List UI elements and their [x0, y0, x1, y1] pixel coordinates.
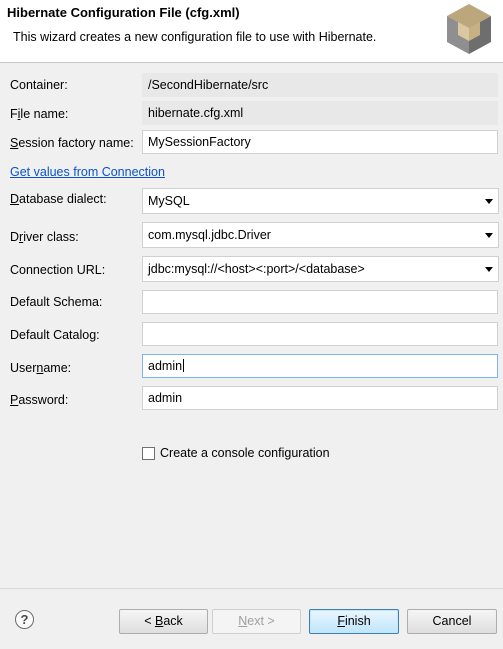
container-field: /SecondHibernate/src	[142, 73, 498, 97]
username-input[interactable]: admin	[142, 354, 498, 378]
database-dialect-value: MySQL	[148, 194, 190, 208]
connection-url-label: Connection URL:	[10, 263, 106, 277]
driver-class-label: Driver class:	[10, 230, 79, 244]
session-factory-input[interactable]: MySessionFactory	[142, 130, 498, 154]
hibernate-logo-icon	[447, 4, 491, 54]
username-label: Username:	[10, 361, 72, 375]
finish-button[interactable]: Finish	[309, 609, 399, 634]
get-values-from-connection-link[interactable]: Get values from Connection	[10, 165, 165, 179]
default-schema-input[interactable]	[142, 290, 498, 314]
driver-class-select[interactable]: com.mysql.jdbc.Driver	[142, 222, 499, 248]
file-name-field: hibernate.cfg.xml	[142, 101, 498, 125]
next-button[interactable]: Next >	[212, 609, 301, 634]
session-factory-label: Session factory name:	[10, 136, 134, 150]
chevron-down-icon	[485, 199, 493, 204]
database-dialect-select[interactable]: MySQL	[142, 188, 499, 214]
file-name-label: File name:	[10, 107, 69, 121]
chevron-down-icon	[485, 267, 493, 272]
database-dialect-label: Database dialect:	[10, 192, 107, 206]
button-bar-divider	[0, 588, 503, 589]
help-icon[interactable]: ?	[15, 610, 34, 629]
password-input[interactable]: admin	[142, 386, 498, 410]
default-schema-label: Default Schema:	[10, 295, 103, 309]
default-catalog-input[interactable]	[142, 322, 498, 346]
console-configuration-checkbox[interactable]	[142, 446, 155, 460]
default-catalog-label: Default Catalog:	[10, 328, 100, 342]
connection-url-value: jdbc:mysql://<host><:port>/<database>	[148, 262, 365, 276]
wizard-description: This wizard creates a new configuration …	[13, 30, 377, 44]
wizard-header: Hibernate Configuration File (cfg.xml) T…	[0, 0, 503, 63]
connection-url-select[interactable]: jdbc:mysql://<host><:port>/<database>	[142, 256, 499, 282]
console-configuration-label: Create a console configuration	[160, 446, 330, 460]
wizard-title: Hibernate Configuration File (cfg.xml)	[7, 5, 240, 20]
driver-class-value: com.mysql.jdbc.Driver	[148, 228, 271, 242]
cancel-button[interactable]: Cancel	[407, 609, 497, 634]
text-caret	[183, 359, 185, 372]
chevron-down-icon	[485, 233, 493, 238]
back-button[interactable]: < Back	[119, 609, 208, 634]
username-value: admin	[148, 359, 183, 373]
console-configuration-option[interactable]: Create a console configuration	[142, 446, 330, 460]
container-label: Container:	[10, 78, 68, 92]
password-label: Password:	[10, 393, 69, 407]
